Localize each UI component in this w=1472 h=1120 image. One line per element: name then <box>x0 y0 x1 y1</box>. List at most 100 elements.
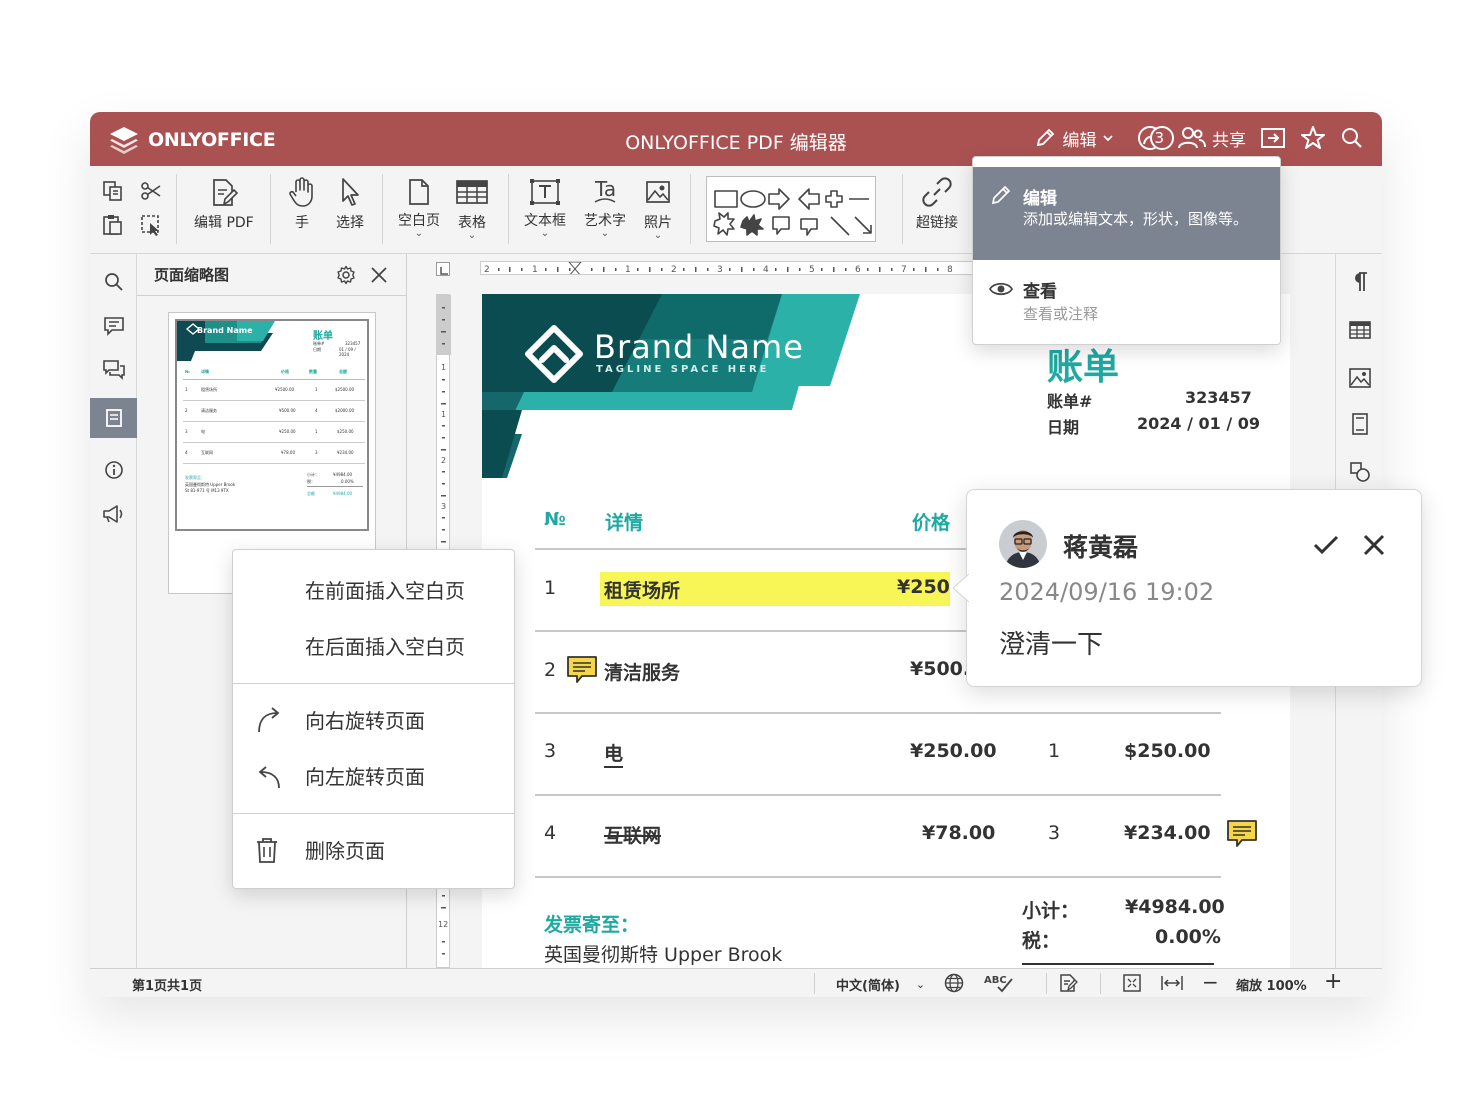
document-info-button[interactable] <box>90 450 137 490</box>
row-3-total: $250.00 <box>1124 740 1211 762</box>
photo-button[interactable]: 照片 ⌄ <box>644 180 672 241</box>
copy-button[interactable] <box>102 180 124 202</box>
comment-popup: 蒋黄磊 2024/09/16 19:02 澄清一下 <box>953 489 1422 687</box>
row-divider <box>535 712 1221 714</box>
ruler-corner <box>436 262 450 276</box>
row-3-no: 3 <box>544 740 557 762</box>
close-icon[interactable] <box>370 266 388 284</box>
doc-language-button[interactable] <box>944 973 964 993</box>
find-button[interactable] <box>90 262 137 302</box>
fit-page-button[interactable] <box>1122 973 1142 993</box>
menu-insert-blank-before[interactable]: 在前面插入空白页 <box>233 563 514 615</box>
left-sidebar <box>90 254 137 968</box>
table-icon <box>456 180 488 204</box>
image-settings-button[interactable] <box>1336 358 1382 398</box>
table-button[interactable]: 表格 ⌄ <box>456 180 488 241</box>
thumb-row: 2 清洁服务 ¥500.00 4 $2000.00 <box>185 408 355 413</box>
ruler-mark: 12 <box>438 920 448 929</box>
share-users-icon <box>1178 127 1206 149</box>
search-button[interactable] <box>1340 126 1364 150</box>
invoice-title: 账单 <box>1047 347 1120 388</box>
select-all-button[interactable] <box>140 214 162 236</box>
mode-option-desc: 添加或编辑文本，形状，图像等。 <box>1023 210 1249 228</box>
fit-width-icon <box>1161 976 1183 990</box>
favorite-button[interactable] <box>1300 125 1326 151</box>
total-divider <box>1022 963 1214 965</box>
info-icon <box>104 461 123 479</box>
megaphone-icon <box>102 505 122 523</box>
shapes-gallery[interactable] <box>706 176 876 242</box>
menu-rotate-left[interactable]: 向左旋转页面 <box>233 749 514 801</box>
text-box-button[interactable]: 文本框 ⌄ <box>524 178 566 239</box>
blank-page-label: 空白页 <box>398 213 440 229</box>
rotate-right-icon <box>258 707 280 733</box>
hyperlink-button[interactable]: 超链接 <box>916 176 958 232</box>
mode-option-view[interactable]: 查看 查看或注释 <box>973 260 1280 340</box>
minus-icon: − <box>1202 970 1219 994</box>
chevron-down-icon: ⌄ <box>915 978 926 991</box>
row-divider <box>535 876 1221 878</box>
thumb-row: 4 互联网 ¥78.00 3 ¥234.00 <box>185 450 354 455</box>
art-text-button[interactable]: Ta 艺术字 ⌄ <box>584 176 626 239</box>
menu-rotate-right[interactable]: 向右旋转页面 <box>233 693 514 745</box>
image-icon <box>1348 368 1371 388</box>
ruler-mark: 2 <box>671 265 677 275</box>
cut-button[interactable] <box>140 180 162 202</box>
row-2-no: 2 <box>544 659 557 681</box>
select-tool-button[interactable]: 选择 <box>336 176 364 232</box>
spellcheck-button[interactable]: ABC <box>984 973 1016 993</box>
plus-icon: + <box>1324 969 1343 994</box>
hand-tool-button[interactable]: 手 <box>288 176 316 232</box>
blank-page-icon <box>409 179 429 205</box>
indent-marker <box>568 262 582 274</box>
resolve-check-icon[interactable] <box>1313 534 1339 556</box>
fit-width-button[interactable] <box>1160 973 1184 993</box>
comment-note-icon[interactable] <box>1226 818 1258 850</box>
chat-button[interactable] <box>90 350 137 390</box>
subtotal-label: 小计： <box>1022 900 1080 922</box>
paste-button[interactable] <box>102 214 124 236</box>
language-selector[interactable]: 中文(简体) ⌄ <box>836 975 925 994</box>
comment-pointer <box>953 574 969 602</box>
mode-dropdown-menu: 编辑 添加或编辑文本，形状，图像等。 查看 查看或注释 <box>972 156 1281 345</box>
comment-icon <box>103 317 124 336</box>
status-bar: 第1页共1页 中文(简体) ⌄ ABC − 缩放 100% + <box>90 968 1382 997</box>
brand-name: Brand Name <box>594 328 804 366</box>
language-label: 中文(简体) <box>836 979 900 994</box>
track-changes-button[interactable] <box>1058 973 1078 993</box>
page-thumbnails-button[interactable] <box>90 398 137 438</box>
thumbnails-panel-header: 页面缩略图 <box>137 254 407 296</box>
edit-pdf-button[interactable]: 编辑 PDF <box>194 178 254 232</box>
cursor-icon <box>342 178 359 206</box>
paragraph-settings-button[interactable] <box>1336 262 1382 302</box>
zoom-in-button[interactable]: + <box>1324 971 1342 993</box>
close-icon[interactable] <box>1363 534 1385 556</box>
table-settings-button[interactable] <box>1336 310 1382 350</box>
feedback-button[interactable] <box>90 494 137 534</box>
subtotal-value: ¥4984.00 <box>1125 896 1225 918</box>
tax-value: 0.00% <box>1155 926 1221 948</box>
share-label: 共享 <box>1212 130 1246 151</box>
row-2-price: ¥500. <box>910 658 971 680</box>
menu-delete-page[interactable]: 删除页面 <box>233 823 514 875</box>
comment-note-icon[interactable] <box>566 654 598 686</box>
text-box-icon <box>530 179 560 205</box>
mode-option-edit[interactable]: 编辑 添加或编辑文本，形状，图像等。 <box>973 167 1280 260</box>
blank-page-button[interactable]: 空白页 ⌄ <box>398 178 440 239</box>
menu-insert-blank-after[interactable]: 在后面插入空白页 <box>233 619 514 671</box>
thumb-tax: 0.00% <box>341 479 354 484</box>
mode-dropdown[interactable]: 编辑 <box>1034 126 1114 151</box>
open-location-button[interactable] <box>1260 126 1286 150</box>
gear-icon[interactable] <box>336 265 356 285</box>
share-button[interactable]: 共享 <box>1178 126 1246 151</box>
users-button[interactable]: 3 <box>1136 124 1175 152</box>
page-settings-button[interactable] <box>1336 404 1382 444</box>
menu-item-label: 删除页面 <box>305 838 385 863</box>
comments-button[interactable] <box>90 306 137 346</box>
thumb-header-price: 价格 <box>281 369 289 374</box>
track-changes-icon <box>1060 974 1078 992</box>
comment-text[interactable]: 澄清一下 <box>999 624 1103 661</box>
zoom-out-button[interactable]: − <box>1202 972 1219 992</box>
menu-item-label: 向右旋转页面 <box>305 708 425 733</box>
shape-settings-button[interactable] <box>1336 452 1382 492</box>
